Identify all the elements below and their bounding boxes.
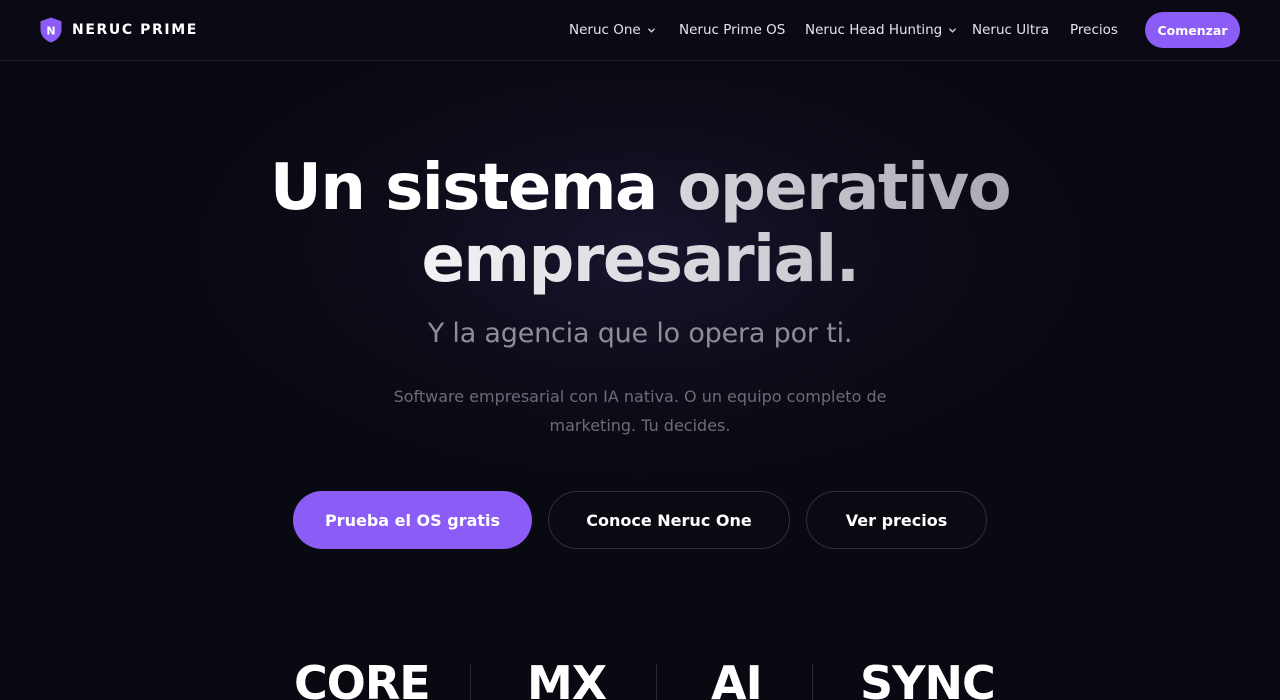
view-pricing-button[interactable]: Ver precios — [806, 491, 987, 549]
stat-sync: SYNC — [860, 656, 996, 700]
brand-logo[interactable]: N NERUC PRIME — [40, 17, 198, 43]
hero-subtitle: Y la agencia que lo opera por ti. — [427, 318, 853, 349]
brand-initial: N — [46, 25, 55, 38]
chevron-down-icon — [647, 27, 655, 33]
nav-item-label: Neruc Head Hunting — [805, 22, 943, 38]
nav-item-label: Neruc Prime OS — [679, 22, 786, 38]
stat-divider — [656, 664, 657, 700]
stat-divider — [470, 664, 471, 700]
stats-strip: CORE MX AI SYNC — [0, 650, 1280, 700]
stat-ai: AI — [711, 656, 763, 700]
nav-item-neruc-ultra[interactable]: Neruc Ultra — [972, 20, 1049, 40]
try-os-free-button[interactable]: Prueba el OS gratis — [293, 491, 532, 549]
hero-title-line-2: empresarial. — [421, 223, 860, 297]
stat-core: CORE — [294, 656, 431, 700]
meet-neruc-one-button[interactable]: Conoce Neruc One — [548, 491, 790, 549]
hero-title-part-1: Un sistema — [269, 151, 658, 225]
stat-mx: MX — [527, 656, 607, 700]
chevron-down-icon — [949, 27, 957, 33]
nav-item-label: Neruc Ultra — [972, 22, 1049, 38]
nav-item-neruc-prime-os[interactable]: Neruc Prime OS — [679, 20, 785, 40]
stat-divider — [812, 664, 813, 700]
shield-logo-icon: N — [40, 17, 62, 43]
nav-item-neruc-head-hunting[interactable]: Neruc Head Hunting — [805, 20, 957, 40]
brand-name: NERUC PRIME — [72, 22, 198, 38]
nav-item-label: Neruc One — [569, 22, 641, 38]
nav-item-neruc-one[interactable]: Neruc One — [569, 20, 656, 40]
top-navbar: N NERUC PRIME Neruc One Neruc Prime OS N… — [0, 0, 1280, 61]
nav-item-label: Precios — [1070, 22, 1118, 38]
hero-title-part-2: operativo — [677, 151, 1011, 225]
hero-title: Un sistema operativo empresarial. — [0, 152, 1280, 296]
comenzar-button[interactable]: Comenzar — [1145, 12, 1240, 48]
nav-item-precios[interactable]: Precios — [1070, 20, 1118, 40]
hero-description: Software empresarial con IA nativa. O un… — [393, 387, 887, 435]
